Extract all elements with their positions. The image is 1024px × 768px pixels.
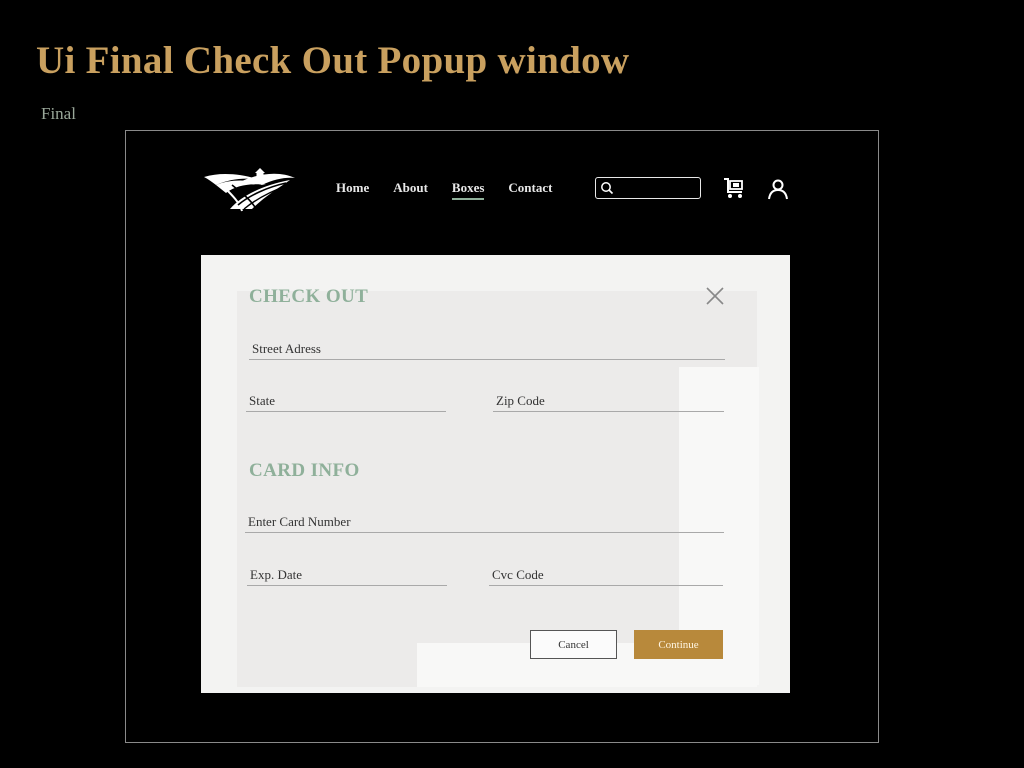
user-icon[interactable] [767, 178, 789, 200]
checkout-popup: CHECK OUT CARD INFO Cancel Continue [201, 255, 790, 693]
card-info-heading: CARD INFO [249, 460, 360, 481]
search-box[interactable] [595, 177, 701, 199]
cart-icon[interactable] [722, 176, 746, 200]
state-input[interactable] [246, 392, 446, 410]
state-field [246, 392, 446, 412]
website-mockup-frame: Home About Boxes Contact CHECK OUT Stree… [125, 130, 879, 743]
zip-code-input[interactable] [493, 392, 724, 410]
nav-about-link[interactable]: About [393, 180, 428, 200]
street-address-field [249, 340, 725, 360]
card-number-input[interactable] [245, 513, 724, 531]
card-number-field [245, 513, 724, 533]
exp-date-field [247, 566, 447, 586]
nav-boxes-link[interactable]: Boxes [451, 180, 484, 200]
search-input[interactable] [618, 179, 700, 198]
continue-button[interactable]: Continue [634, 630, 723, 659]
slide-title: Ui Final Check Out Popup window [36, 39, 630, 82]
checkout-heading: CHECK OUT [249, 286, 369, 307]
slide-subtitle: Final [41, 104, 76, 123]
nav-home-link[interactable]: Home [336, 180, 369, 200]
close-icon[interactable] [704, 285, 726, 307]
zip-code-field [493, 392, 724, 412]
search-icon [601, 182, 614, 195]
nav-contact-link[interactable]: Contact [508, 180, 552, 200]
exp-date-input[interactable] [247, 566, 447, 584]
farm-logo[interactable] [202, 165, 296, 213]
cancel-button[interactable]: Cancel [530, 630, 617, 659]
cvc-code-field [489, 566, 723, 586]
street-address-input[interactable] [249, 340, 725, 358]
cvc-code-input[interactable] [489, 566, 723, 584]
main-nav: Home About Boxes Contact [336, 180, 552, 200]
